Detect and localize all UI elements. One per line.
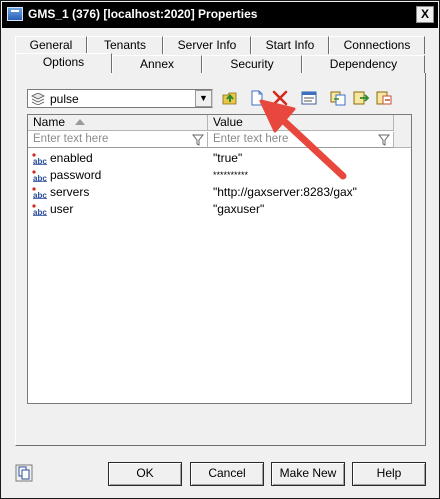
delete-icon[interactable] (270, 89, 290, 107)
name-filter-input[interactable]: Enter text here (28, 132, 208, 148)
options-grid[interactable]: Name Value Enter text here Enter text he… (27, 114, 412, 404)
app-icon (7, 7, 23, 21)
sort-ascending-icon (75, 119, 85, 125)
help-button[interactable]: Help (352, 462, 426, 486)
import-icon[interactable] (374, 89, 394, 107)
string-option-icon: abc (32, 170, 47, 182)
properties-icon[interactable] (299, 89, 319, 107)
filter-icon[interactable] (192, 134, 204, 146)
ok-button[interactable]: OK (108, 462, 182, 486)
tab-general[interactable]: General (15, 36, 87, 54)
column-header-value-label: Value (213, 115, 243, 129)
tab-options[interactable]: Options (15, 53, 112, 73)
chevron-down-icon[interactable]: ▼ (195, 90, 212, 107)
column-header-name[interactable]: Name (28, 115, 208, 131)
export-icon[interactable] (351, 89, 371, 107)
table-row[interactable]: abc enabled "true" (28, 150, 394, 167)
string-option-icon: abc (32, 187, 47, 199)
window-title: GMS_1 (376) [localhost:2020] Properties (28, 7, 258, 21)
option-name: servers (50, 185, 90, 199)
tab-server-info[interactable]: Server Info (163, 36, 251, 54)
tab-security[interactable]: Security (202, 55, 302, 73)
tab-annex[interactable]: Annex (112, 55, 202, 73)
tab-tenants[interactable]: Tenants (87, 36, 163, 54)
copy-window-icon[interactable] (15, 464, 33, 482)
svg-text:abc: abc (33, 191, 47, 199)
svg-text:abc: abc (33, 174, 47, 182)
svg-text:abc: abc (33, 208, 47, 216)
new-document-icon[interactable] (247, 89, 267, 107)
option-name: enabled (50, 151, 93, 165)
header-corner (394, 115, 411, 148)
option-name: user (50, 202, 74, 216)
copy-icon[interactable] (328, 89, 348, 107)
close-button[interactable]: X (416, 6, 434, 23)
properties-dialog: GMS_1 (376) [localhost:2020] Properties … (0, 0, 440, 499)
option-value: ********** (213, 170, 249, 180)
string-option-icon: abc (32, 153, 47, 165)
string-option-icon: abc (32, 204, 47, 216)
cancel-button[interactable]: Cancel (190, 462, 264, 486)
filter-icon[interactable] (378, 134, 390, 146)
column-header-value[interactable]: Value (208, 115, 394, 131)
section-icon (31, 93, 45, 105)
tab-start-info[interactable]: Start Info (251, 36, 329, 54)
table-row[interactable]: abc user "gaxuser" (28, 201, 394, 218)
value-filter-placeholder: Enter text here (213, 133, 289, 145)
table-row[interactable]: abc password ********** (28, 167, 394, 184)
option-value: "http://gaxserver:8283/gax" (213, 185, 357, 199)
option-value: "gaxuser" (213, 202, 265, 216)
tab-connections[interactable]: Connections (329, 36, 425, 54)
value-filter-input[interactable]: Enter text here (208, 132, 394, 148)
column-header-name-label: Name (33, 115, 66, 129)
option-name: password (50, 168, 102, 182)
name-filter-placeholder: Enter text here (33, 133, 109, 145)
option-value: "true" (213, 151, 243, 165)
make-new-button[interactable]: Make New (271, 462, 345, 486)
svg-text:abc: abc (33, 157, 47, 165)
tab-dependency[interactable]: Dependency (302, 55, 425, 73)
folder-up-icon[interactable] (220, 89, 240, 107)
section-value: pulse (50, 92, 79, 106)
title-bar[interactable]: GMS_1 (376) [localhost:2020] Properties … (2, 2, 438, 28)
table-row[interactable]: abc servers "http://gaxserver:8283/gax" (28, 184, 394, 201)
section-select[interactable]: pulse ▼ (27, 89, 213, 108)
